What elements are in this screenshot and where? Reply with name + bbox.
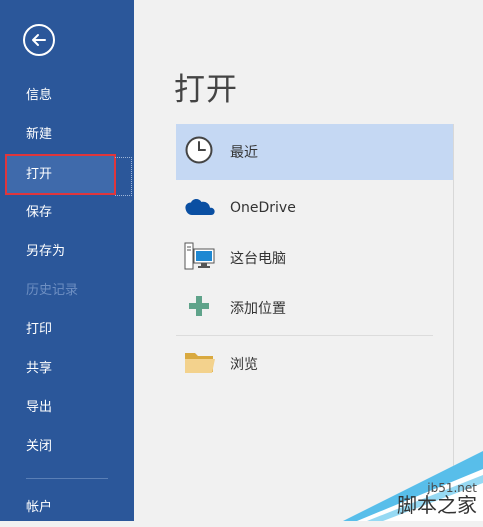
location-label: 浏览 (230, 357, 258, 373)
watermark-text: 脚本之家 (397, 493, 477, 517)
location-divider (176, 335, 433, 336)
location-label: OneDrive (230, 200, 296, 216)
location-browse[interactable]: 浏览 (176, 339, 453, 389)
sidebar-divider (26, 478, 108, 479)
site-watermark: jb51.net 脚本之家 (343, 451, 483, 521)
location-label: 最近 (230, 145, 258, 161)
open-panel: 打开 最近 OneDrive 这台电脑 添加位置 浏览 (134, 0, 483, 521)
sidebar-item-save[interactable]: 保存 (0, 193, 134, 232)
sidebar-item-account[interactable]: 帐户 (0, 488, 134, 527)
location-label: 这台电脑 (230, 251, 286, 267)
sidebar-item-new[interactable]: 新建 (0, 115, 134, 154)
location-add-place[interactable]: 添加位置 (176, 283, 453, 333)
folder-icon (184, 349, 216, 379)
location-this-pc[interactable]: 这台电脑 (176, 233, 453, 283)
clock-icon (184, 135, 214, 169)
page-title: 打开 (174, 72, 238, 108)
back-arrow-icon (32, 34, 46, 46)
sidebar-item-history: 历史记录 (26, 283, 79, 298)
location-label: 添加位置 (230, 301, 286, 317)
sidebar-item-close[interactable]: 关闭 (0, 427, 134, 466)
back-button[interactable] (23, 24, 55, 56)
sidebar-item-print[interactable]: 打印 (0, 310, 134, 349)
computer-icon (184, 240, 216, 276)
sidebar-item-save-as[interactable]: 另存为 (0, 232, 134, 271)
backstage-sidebar: 信息 新建 打开 保存 另存为 历史记录 打印 共享 导出 关闭 帐户 (0, 0, 134, 521)
cloud-icon (184, 195, 216, 221)
sidebar-item-open[interactable]: 打开 (5, 154, 116, 195)
sidebar-item-share[interactable]: 共享 (0, 349, 134, 388)
plus-icon (184, 291, 214, 325)
selection-focus-outline (115, 157, 132, 196)
location-recent[interactable]: 最近 (176, 124, 453, 180)
sidebar-item-export[interactable]: 导出 (0, 388, 134, 427)
location-onedrive[interactable]: OneDrive (176, 183, 453, 233)
sidebar-item-info[interactable]: 信息 (0, 76, 134, 115)
